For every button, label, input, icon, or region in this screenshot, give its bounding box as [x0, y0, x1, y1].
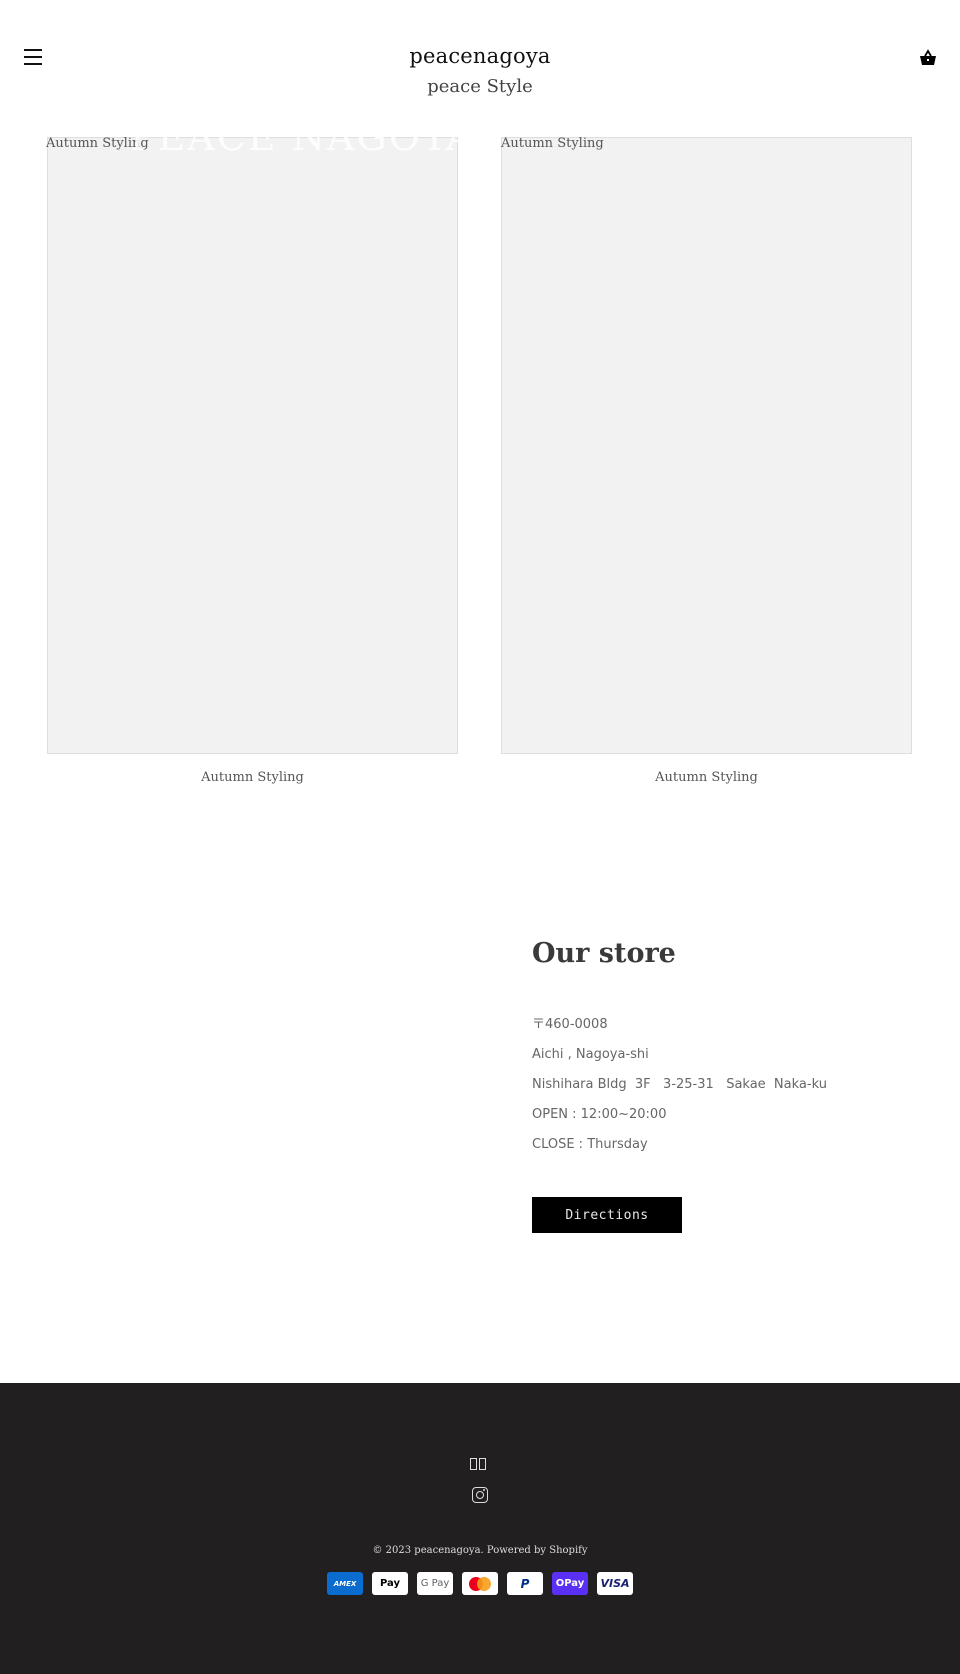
collection-card-caption[interactable]: Autumn Styling — [501, 770, 912, 785]
hero-watermark-text: PEACE NAGOYA — [130, 115, 476, 159]
copyright-text: © 2023 peacenagoya. Powered by Shopify — [372, 1545, 588, 1556]
instagram-icon[interactable] — [472, 1487, 488, 1503]
store-city: Aichi , Nagoya-shi — [532, 1047, 649, 1062]
amex-icon: AMEX — [327, 1572, 363, 1595]
site-header: peacenagoya peace Style — [0, 0, 960, 130]
collection-card-image[interactable] — [47, 137, 458, 754]
store-address: 〒460-0008 Aichi , Nagoya-shi Nishihara B… — [532, 1016, 827, 1166]
google-pay-icon: G Pay — [417, 1572, 453, 1595]
mastercard-icon — [462, 1572, 498, 1595]
collection-card-label: Autumn Styling — [501, 136, 604, 151]
store-open-hours: OPEN : 12:00~20:00 — [532, 1107, 667, 1122]
visa-icon: VISA — [597, 1572, 633, 1595]
collection-card-image[interactable] — [501, 137, 912, 754]
collection-card-caption[interactable]: Autumn Styling — [47, 770, 458, 785]
site-tagline: peace Style — [427, 76, 533, 97]
store-postal-code: 〒460-0008 — [532, 1017, 608, 1032]
store-title: Our store — [532, 938, 676, 969]
site-footer: © 2023 peacenagoya. Powered by Shopify A… — [0, 1383, 960, 1674]
store-closed-day: CLOSE : Thursday — [532, 1137, 648, 1152]
paypal-glyph: P — [520, 1576, 530, 1591]
site-brand[interactable]: peacenagoya — [0, 44, 960, 68]
paypal-icon: P — [507, 1572, 543, 1595]
missing-glyph-icon — [470, 1458, 488, 1472]
shopping-basket-icon[interactable] — [918, 48, 938, 68]
apple-pay-icon: Pay — [372, 1572, 408, 1595]
shop-pay-icon: OPay — [552, 1572, 588, 1595]
directions-button[interactable]: Directions — [532, 1197, 682, 1233]
payment-icons: AMEX Pay G Pay P OPay VISA — [0, 1572, 960, 1595]
store-street: Nishihara Bldg 3F 3-25-31 Sakae Naka-ku — [532, 1077, 827, 1092]
